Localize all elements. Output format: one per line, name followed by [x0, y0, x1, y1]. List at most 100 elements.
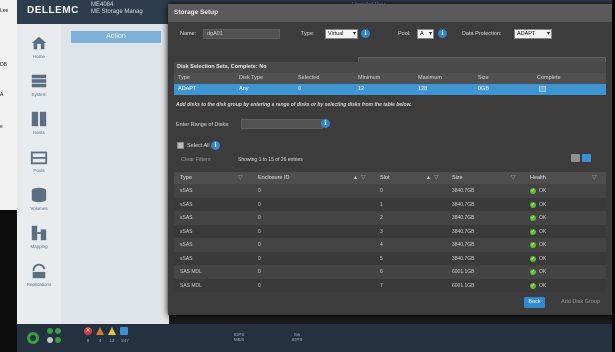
clear-filters-button[interactable]: Clear Filters — [181, 157, 211, 163]
col-type[interactable]: Type — [180, 175, 192, 181]
enclosure-cell: 0 — [258, 255, 261, 262]
error-count: 4 — [98, 338, 102, 343]
sets-selected-row[interactable]: ADAPT Any 0 12 128 0GB — [174, 84, 606, 95]
nav-replications[interactable]: Replications — [17, 258, 61, 296]
system-icon — [31, 74, 47, 88]
data-protection-select[interactable]: ADAPT — [514, 29, 552, 39]
sort-icon[interactable]: ▲ — [426, 175, 431, 181]
col-health[interactable]: Health — [530, 175, 546, 181]
refresh-icon[interactable] — [582, 154, 591, 162]
filter-icon[interactable]: ▽ — [361, 175, 368, 182]
background-window-strip: Lee DB A e — [0, 0, 17, 210]
enclosure-cell: 0 — [258, 242, 261, 248]
table-row[interactable]: SAS MDL 0 6 6001.1GB ✓ OK — [174, 265, 606, 279]
table-row[interactable]: sSAS 0 1 3840.7GB ✓ OK — [174, 197, 606, 211]
back-button[interactable]: Back — [524, 297, 545, 308]
select-all-info-icon[interactable]: i — [211, 141, 220, 150]
sets-col-complete: Complete — [537, 75, 561, 81]
sets-col-type: Type — [178, 75, 190, 81]
type-info-icon[interactable]: i — [361, 29, 370, 38]
health-cell: OK — [539, 282, 547, 289]
health-cell: OK — [539, 215, 547, 221]
strip-text: A — [0, 92, 4, 98]
product-model: ME4084 ME Storage Manag — [91, 2, 143, 16]
nav-volumes[interactable]: Volumes — [17, 182, 61, 220]
nav-system[interactable]: System — [17, 68, 61, 106]
enclosure-cell: 0 — [258, 269, 261, 275]
range-of-disks-input[interactable] — [241, 119, 323, 129]
size-cell: 6001.1GB — [452, 282, 475, 289]
col-enclosure[interactable]: Enclosure ID — [258, 175, 290, 181]
critical-icon[interactable]: ✕ — [84, 327, 92, 335]
nav-pools[interactable]: Pools — [17, 144, 61, 182]
size-cell: 3840.7GB — [452, 188, 475, 194]
table-row[interactable]: sSAS 0 0 3840.7GB ✓ OK — [174, 184, 606, 198]
disk-type-cell: sSAS — [180, 255, 193, 262]
pools-icon — [30, 151, 48, 165]
action-button[interactable]: Action — [71, 31, 161, 43]
select-all-label: Select All — [187, 143, 210, 149]
sets-cell: 128 — [418, 86, 428, 92]
status-dot-icon — [55, 337, 61, 343]
system-status-icon[interactable] — [25, 330, 41, 346]
strip-text: DB — [0, 62, 7, 68]
export-icon[interactable] — [571, 154, 580, 162]
slot-cell: 7 — [380, 282, 383, 289]
pool-info-icon[interactable]: i — [438, 29, 447, 38]
type-select[interactable]: Virtual — [325, 29, 358, 39]
slot-cell: 3 — [380, 228, 383, 235]
sets-col-size: Size — [478, 75, 489, 81]
sw-iops-readout: Sw IOPS — [291, 332, 303, 342]
error-icon[interactable] — [96, 327, 104, 335]
data-protection-label: Data Protection: — [462, 31, 502, 37]
select-all-checkbox[interactable] — [177, 142, 184, 149]
sets-cell: Any — [239, 86, 249, 92]
slot-cell: 5 — [380, 255, 383, 262]
table-row[interactable]: sSAS 0 5 3840.7GB ✓ OK — [174, 251, 606, 265]
add-disk-group-button[interactable]: Add Disk Group — [553, 297, 608, 308]
nav-label: Home — [32, 54, 45, 59]
col-size[interactable]: Size — [452, 175, 463, 181]
name-input[interactable]: dgA01 — [203, 29, 280, 39]
nav-home[interactable]: Home — [17, 30, 61, 68]
health-ok-icon: ✓ — [530, 242, 536, 248]
filter-icon[interactable]: ▽ — [434, 175, 441, 182]
nav-mapping[interactable]: Mapping — [17, 220, 61, 258]
health-cell: OK — [539, 242, 547, 248]
warning-icon[interactable] — [108, 327, 116, 335]
slot-cell: 2 — [380, 215, 383, 221]
table-row[interactable]: SAS MDL 0 7 6001.1GB ✓ OK — [174, 278, 606, 292]
status-dot-icon — [47, 328, 53, 334]
table-row[interactable]: sSAS 0 4 3840.7GB ✓ OK — [174, 238, 606, 252]
size-cell: 6001.1GB — [452, 269, 475, 275]
filter-icon[interactable]: ▽ — [511, 175, 518, 182]
range-info-icon[interactable]: i — [321, 119, 330, 128]
nav-label: Hosts — [33, 130, 45, 135]
health-ok-icon: ✓ — [530, 228, 536, 235]
replications-icon — [32, 263, 46, 279]
filter-icon[interactable]: ▽ — [592, 175, 599, 182]
table-row[interactable]: sSAS 0 3 3840.7GB ✓ OK — [174, 224, 606, 238]
hosts-icon — [31, 111, 47, 127]
disk-type-cell: sSAS — [180, 242, 193, 248]
info-icon[interactable] — [120, 327, 128, 335]
slot-cell: 6 — [380, 269, 383, 275]
col-slot[interactable]: Slot — [380, 175, 389, 181]
pool-select[interactable]: A — [417, 29, 434, 39]
nav-label: Mapping — [30, 244, 48, 249]
sets-col-disk-type: Disk Type — [239, 75, 264, 81]
info-count: 247 — [121, 338, 129, 343]
sets-col-selected: Selected — [298, 75, 320, 81]
disk-selection-sets-title: Disk Selection Sets, Complete: No — [174, 62, 606, 73]
sets-cell: 0 — [298, 86, 302, 92]
size-cell: 3840.7GB — [452, 242, 475, 248]
table-row[interactable]: sSAS 0 2 3840.7GB ✓ OK — [174, 211, 606, 225]
sets-cell: 12 — [358, 86, 365, 92]
disk-type-cell: sSAS — [180, 188, 193, 194]
dialog-title: Storage Setup — [168, 4, 612, 22]
nav-hosts[interactable]: Hosts — [17, 106, 61, 144]
size-cell: 3840.7GB — [452, 228, 475, 235]
filter-icon[interactable]: ▽ — [238, 175, 245, 182]
model-line: ME Storage Manag — [91, 9, 143, 15]
sort-icon[interactable]: ▲ — [353, 175, 358, 181]
